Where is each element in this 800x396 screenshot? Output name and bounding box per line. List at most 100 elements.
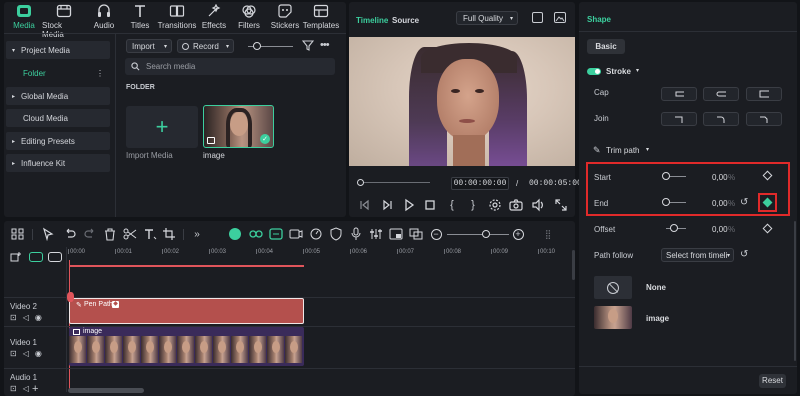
stop-icon[interactable] (422, 198, 438, 212)
mark-out-icon[interactable]: } (465, 198, 481, 212)
join-bevel-button[interactable] (746, 112, 782, 126)
fullscreen-icon[interactable] (553, 198, 569, 212)
select-tool-icon[interactable] (40, 227, 56, 241)
settings-icon[interactable] (487, 198, 503, 212)
path-option-image-label[interactable]: image (646, 314, 669, 323)
grid-view-icon[interactable] (532, 12, 543, 23)
track-link-icon[interactable] (29, 252, 43, 262)
reset-icon[interactable]: ↺ (740, 249, 748, 260)
stroke-toggle[interactable] (587, 68, 601, 75)
end-value[interactable]: 0,00 (712, 199, 728, 208)
play-icon[interactable] (401, 198, 417, 212)
sidebar-item-cloud-media[interactable]: Cloud Media (6, 109, 110, 127)
delete-icon[interactable] (102, 227, 118, 241)
zoom-slider-knob[interactable] (482, 230, 490, 238)
step-back-icon[interactable] (357, 198, 373, 212)
image-clip[interactable]: image (69, 327, 304, 366)
offset-slider-knob[interactable] (670, 224, 678, 232)
microphone-icon[interactable] (348, 227, 364, 241)
playhead-line[interactable] (69, 260, 70, 390)
sidebar-item-global-media[interactable]: ▸ Global Media (6, 87, 110, 105)
path-option-none-thumb[interactable] (594, 276, 632, 299)
reset-icon[interactable]: ↺ (740, 197, 748, 208)
eye-icon[interactable]: ◉ (35, 349, 42, 358)
speed-icon[interactable] (308, 227, 324, 241)
add-audio-track-icon[interactable]: + (32, 383, 38, 395)
lock-icon[interactable]: ⊡ (10, 349, 17, 358)
tab-timeline[interactable]: Timeline (356, 16, 388, 25)
redo-icon[interactable] (82, 227, 98, 241)
camera-icon[interactable] (508, 198, 524, 212)
slider-knob[interactable] (253, 42, 261, 50)
path-follow-dropdown[interactable]: Select from timeli ▾ (661, 248, 734, 262)
volume-icon[interactable] (530, 198, 546, 212)
tab-media[interactable]: Media (2, 4, 46, 30)
keyframe-marker[interactable] (67, 292, 74, 302)
import-button[interactable]: Import ▾ (126, 39, 172, 53)
pen-path-clip[interactable]: ✎ Pen Path ◆ (69, 298, 304, 324)
sidebar-item-project-media[interactable]: ▾ Project Media (6, 41, 110, 59)
split-icon[interactable] (122, 227, 138, 241)
image-tile[interactable]: ✓ (203, 105, 274, 148)
start-slider-knob[interactable] (662, 172, 670, 180)
end-slider-knob[interactable] (662, 198, 670, 206)
trim-path-label[interactable]: Trim path (606, 146, 640, 155)
import-media-tile[interactable]: + (126, 106, 198, 148)
replace-icon[interactable] (408, 227, 424, 241)
text-tool-icon[interactable] (142, 227, 158, 241)
pip-icon[interactable] (388, 227, 404, 241)
filter-icon[interactable] (301, 39, 315, 51)
tab-source[interactable]: Source (392, 16, 419, 25)
speaker-icon[interactable]: ◁ (23, 313, 29, 322)
link-icon[interactable] (248, 227, 264, 241)
mark-in-icon[interactable]: { (444, 198, 460, 212)
join-miter-button[interactable] (661, 112, 697, 126)
panel-scrollbar[interactable] (794, 221, 796, 361)
offset-value[interactable]: 0,00 (712, 225, 728, 234)
layout-grid-icon[interactable] (10, 227, 26, 241)
step-forward-icon[interactable] (379, 198, 395, 212)
grid-dots-icon[interactable]: ⣿ (540, 227, 556, 241)
eye-icon[interactable]: ◉ (35, 313, 42, 322)
crop-icon[interactable] (162, 227, 178, 241)
lock-icon[interactable]: ⊡ (10, 313, 17, 322)
record-button[interactable]: Record ▾ (177, 39, 234, 53)
add-track-icon[interactable] (10, 251, 22, 263)
sidebar-item-influence-kit[interactable]: ▸ Influence Kit (6, 154, 110, 172)
path-option-image-thumb[interactable] (594, 306, 632, 329)
more-icon[interactable]: ⋮ (96, 69, 104, 78)
speaker-icon[interactable]: ◁ (23, 349, 29, 358)
sidebar-item-folder[interactable]: Folder ⋮ (6, 64, 110, 82)
path-option-none-label[interactable]: None (646, 283, 666, 292)
quality-dropdown[interactable]: Full Quality ▾ (456, 11, 518, 25)
horizontal-scrollbar[interactable] (68, 388, 144, 393)
start-value[interactable]: 0,00 (712, 173, 728, 182)
join-round-button[interactable] (703, 112, 739, 126)
auto-ripple-icon[interactable] (268, 227, 284, 241)
tab-templates[interactable]: Templates (299, 4, 343, 30)
snapshot-icon[interactable] (554, 12, 566, 23)
expand-icon[interactable]: » (189, 227, 205, 241)
chevron-down-icon[interactable]: ▾ (646, 146, 649, 153)
preview-progress-knob[interactable] (357, 179, 364, 186)
stroke-label[interactable]: Stroke (606, 67, 631, 76)
chevron-down-icon[interactable]: ▾ (636, 67, 639, 74)
render-icon[interactable] (229, 228, 241, 240)
cap-butt-button[interactable] (661, 87, 697, 101)
zoom-slider-track[interactable] (447, 234, 509, 235)
marker-icon[interactable] (288, 227, 304, 241)
lock-icon[interactable]: ⊡ (10, 384, 17, 393)
reset-button[interactable]: Reset (759, 374, 786, 388)
tab-basic[interactable]: Basic (587, 39, 625, 54)
cap-square-button[interactable] (746, 87, 782, 101)
more-icon[interactable]: ••• (320, 39, 330, 51)
zoom-in-icon[interactable]: + (510, 227, 526, 241)
speaker-icon[interactable]: ◁ (23, 384, 29, 393)
zoom-out-icon[interactable]: − (428, 227, 444, 241)
shield-icon[interactable] (328, 227, 344, 241)
undo-icon[interactable] (62, 227, 78, 241)
preview-progress-track[interactable] (360, 182, 430, 183)
sidebar-item-editing-presets[interactable]: ▸ Editing Presets (6, 132, 110, 150)
search-input[interactable]: Search media (125, 58, 335, 75)
cap-round-button[interactable] (703, 87, 739, 101)
